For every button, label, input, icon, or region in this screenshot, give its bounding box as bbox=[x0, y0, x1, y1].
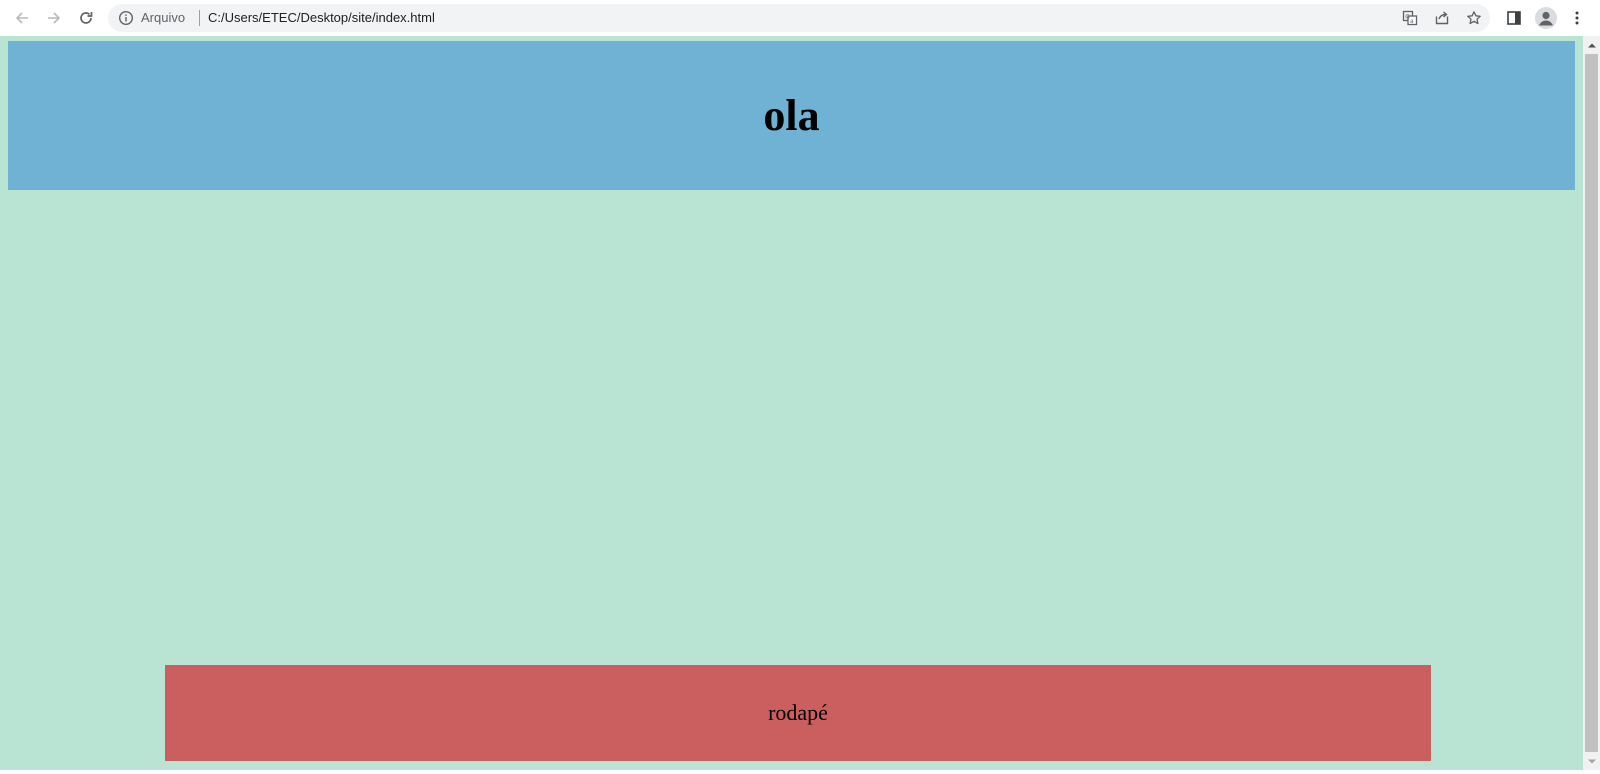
reload-icon bbox=[80, 12, 93, 24]
browser-menu-button[interactable] bbox=[1565, 6, 1589, 30]
page-header: ola bbox=[8, 41, 1575, 190]
share-button[interactable] bbox=[1432, 8, 1452, 28]
address-separator bbox=[199, 10, 200, 26]
address-bar[interactable]: Arquivo C:/Users/ETEC/Desktop/site/index… bbox=[108, 4, 1490, 32]
svg-text:a: a bbox=[1410, 18, 1414, 25]
side-panel-icon bbox=[1507, 11, 1521, 25]
scroll-up-button[interactable] bbox=[1583, 36, 1600, 53]
translate-button[interactable]: G a bbox=[1400, 8, 1420, 28]
forward-button[interactable] bbox=[40, 4, 68, 32]
scroll-up-arrow-icon bbox=[1587, 43, 1596, 47]
page-viewport: ola rodapé bbox=[0, 36, 1583, 770]
share-icon bbox=[1435, 11, 1449, 25]
forward-arrow-icon bbox=[48, 12, 61, 24]
back-button[interactable] bbox=[8, 4, 36, 32]
page-footer: rodapé bbox=[165, 665, 1431, 761]
scroll-down-arrow-icon bbox=[1587, 759, 1596, 763]
browser-window: Arquivo C:/Users/ETEC/Desktop/site/index… bbox=[0, 0, 1600, 774]
info-icon[interactable] bbox=[118, 10, 134, 26]
address-scheme-label: Arquivo bbox=[141, 10, 186, 25]
profile-button[interactable] bbox=[1534, 6, 1558, 30]
scrollbar-thumb[interactable] bbox=[1585, 54, 1598, 752]
browser-toolbar: Arquivo C:/Users/ETEC/Desktop/site/index… bbox=[0, 0, 1600, 36]
window-bottom-edge bbox=[0, 770, 1600, 774]
back-arrow-icon bbox=[15, 12, 28, 24]
star-icon bbox=[1467, 11, 1481, 25]
profile-icon bbox=[1539, 11, 1553, 26]
footer-text: rodapé bbox=[768, 700, 828, 725]
side-panel-button[interactable] bbox=[1502, 6, 1526, 30]
translate-icon: G a bbox=[1402, 10, 1418, 26]
vertical-scrollbar[interactable] bbox=[1583, 36, 1600, 770]
avatar bbox=[1535, 7, 1557, 29]
page-heading: ola bbox=[763, 91, 820, 140]
scroll-down-button[interactable] bbox=[1583, 753, 1600, 770]
bookmark-button[interactable] bbox=[1464, 8, 1484, 28]
address-url-text[interactable]: C:/Users/ETEC/Desktop/site/index.html bbox=[208, 10, 435, 26]
kebab-menu-icon bbox=[1575, 11, 1579, 25]
reload-button[interactable] bbox=[72, 4, 100, 32]
